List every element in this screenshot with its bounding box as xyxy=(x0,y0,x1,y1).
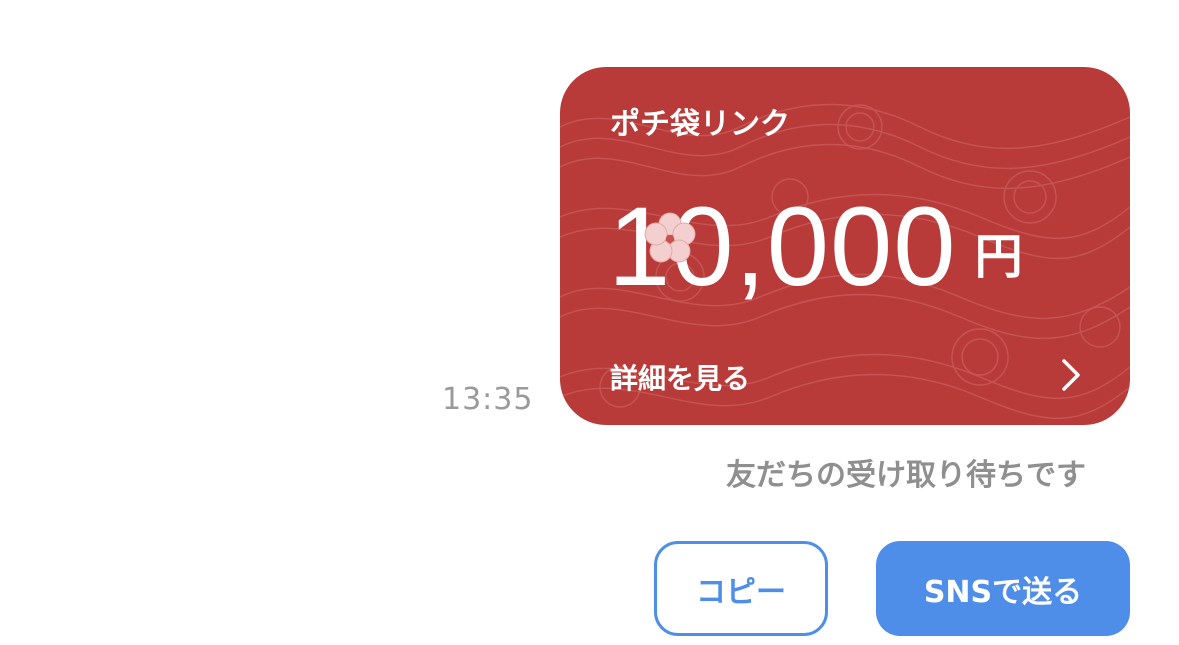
currency-label: 円 xyxy=(974,229,1023,285)
send-via-sns-button[interactable]: SNSで送る xyxy=(876,541,1130,636)
view-details-link[interactable]: 詳細を見る xyxy=(610,357,750,397)
receipt-status: 友だちの受け取り待ちです xyxy=(726,458,1086,493)
chevron-right-icon[interactable] xyxy=(1058,357,1084,393)
card-title: ポチ袋リンク xyxy=(610,107,790,142)
pochi-bukuro-card[interactable]: ポチ袋リンク 10,000 円 詳細を見る xyxy=(560,67,1130,425)
copy-button[interactable]: コピー xyxy=(654,541,828,636)
message-timestamp: 13:35 xyxy=(442,382,534,417)
plum-blossom-icon xyxy=(644,212,696,263)
